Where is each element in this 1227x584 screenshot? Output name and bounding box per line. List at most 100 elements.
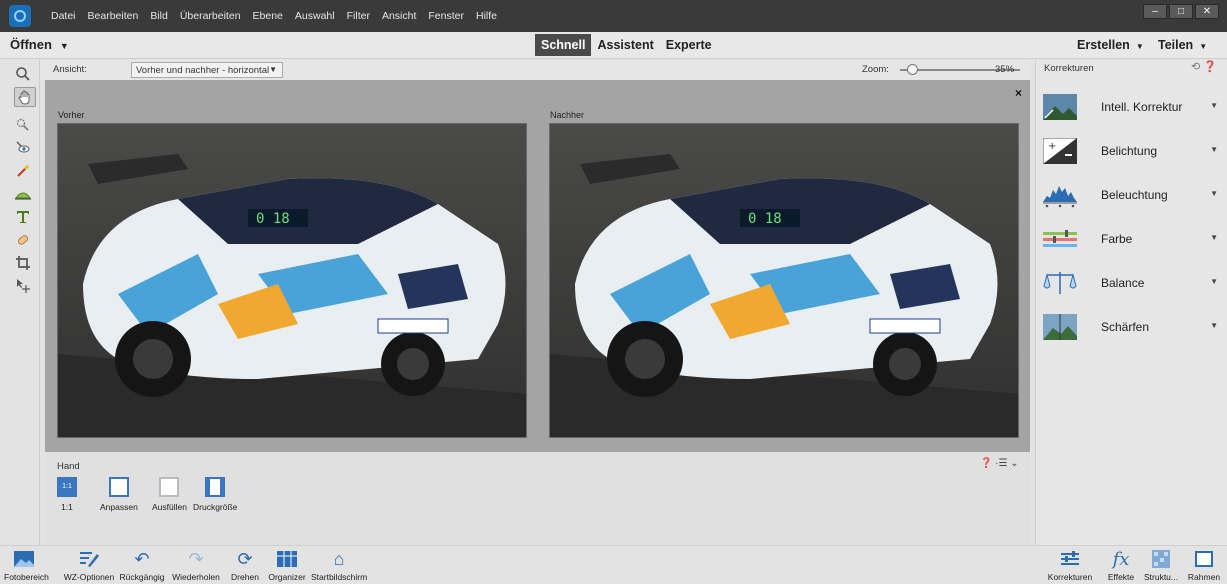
move-tool-icon[interactable] bbox=[12, 276, 34, 296]
textures-icon bbox=[1140, 548, 1182, 570]
hand-tool-icon[interactable] bbox=[14, 87, 36, 107]
adjustments-button[interactable]: Korrekturen bbox=[1046, 548, 1094, 582]
menu-ueberarbeiten[interactable]: Überarbeiten bbox=[174, 10, 247, 22]
fit-screen-button[interactable]: Anpassen bbox=[100, 477, 138, 512]
lighting-icon bbox=[1043, 186, 1077, 208]
tool-options-panel: Hand ❓ ·☰ ⌄ 1:1 1:1 Anpassen Ausfüllen D… bbox=[45, 452, 1030, 545]
tab-experte[interactable]: Experte bbox=[660, 34, 718, 56]
menu-datei[interactable]: Datei bbox=[45, 10, 82, 22]
organizer-button[interactable]: Organizer bbox=[267, 548, 307, 582]
redo-icon: ↷ bbox=[188, 548, 204, 569]
chevron-down-icon: ▼ bbox=[1210, 189, 1218, 198]
panel-reset-help-icons[interactable]: ⟲ ❓ bbox=[1191, 60, 1217, 73]
correction-balance[interactable]: Balance ▼ bbox=[1036, 264, 1227, 304]
redo-button[interactable]: ↷ Wiederholen bbox=[170, 548, 222, 583]
zoom-100-button[interactable]: 1:1 1:1 bbox=[57, 477, 77, 512]
chevron-down-icon: ▼ bbox=[269, 65, 277, 74]
menu-fenster[interactable]: Fenster bbox=[422, 10, 470, 22]
zoom-tool-icon[interactable] bbox=[12, 64, 34, 84]
share-button[interactable]: Teilen ▼ bbox=[1158, 38, 1207, 52]
menu-ebene[interactable]: Ebene bbox=[247, 10, 289, 22]
race-car-image: 0 18 bbox=[550, 124, 1018, 437]
view-mode-select[interactable]: Vorher und nachher - horizontal ▼ bbox=[131, 62, 283, 78]
create-button[interactable]: Erstellen ▼ bbox=[1077, 38, 1144, 52]
correction-label: Intell. Korrektur bbox=[1101, 100, 1183, 114]
menu-hilfe[interactable]: Hilfe bbox=[470, 10, 503, 22]
crop-tool-icon[interactable] bbox=[12, 253, 34, 273]
home-icon: ⌂ bbox=[333, 548, 345, 569]
frames-button[interactable]: Rahmen bbox=[1184, 548, 1224, 582]
mode-bar: Öffnen ▼ Schnell Assistent Experte Erstel… bbox=[0, 32, 1227, 59]
tab-assistent[interactable]: Assistent bbox=[591, 34, 659, 56]
correction-smart-fix[interactable]: Intell. Korrektur ▼ bbox=[1036, 88, 1227, 128]
quick-selection-tool-icon[interactable] bbox=[12, 115, 34, 135]
menu-filter[interactable]: Filter bbox=[341, 10, 376, 22]
spot-healing-tool-icon[interactable] bbox=[12, 230, 34, 250]
textures-button[interactable]: Struktu... bbox=[1140, 548, 1182, 582]
undo-button[interactable]: ↶ Rückgängig bbox=[119, 548, 165, 583]
menu-auswahl[interactable]: Auswahl bbox=[289, 10, 341, 22]
chevron-down-icon: ▼ bbox=[1210, 233, 1218, 242]
car-number-display: 0 18 bbox=[748, 211, 782, 227]
fill-screen-icon bbox=[159, 477, 180, 497]
frames-label: Rahmen bbox=[1187, 572, 1221, 582]
minimize-button[interactable]: – bbox=[1143, 4, 1167, 19]
title-bar: Datei Bearbeiten Bild Überarbeiten Ebene… bbox=[0, 0, 1227, 32]
organizer-icon bbox=[267, 548, 307, 570]
photo-bin-button[interactable]: Fotobereich bbox=[4, 548, 49, 582]
tab-schnell[interactable]: Schnell bbox=[535, 34, 592, 56]
correction-label: Beleuchtung bbox=[1101, 188, 1168, 202]
maximize-button[interactable]: □ bbox=[1169, 4, 1193, 19]
tool-options-icon bbox=[63, 548, 115, 570]
menu-bild[interactable]: Bild bbox=[144, 10, 174, 22]
organizer-label: Organizer bbox=[268, 572, 306, 582]
adjustments-label: Korrekturen bbox=[1047, 572, 1093, 582]
open-button[interactable]: Öffnen ▼ bbox=[10, 37, 69, 52]
chevron-down-icon: ▼ bbox=[1135, 42, 1144, 51]
effects-button[interactable]: fx Effekte bbox=[1104, 548, 1138, 583]
fill-screen-button[interactable]: Ausfüllen bbox=[152, 477, 187, 512]
close-view-button[interactable]: × bbox=[1015, 86, 1022, 100]
home-screen-button[interactable]: ⌂ Startbildschirm bbox=[311, 548, 368, 583]
open-label: Öffnen bbox=[10, 37, 52, 52]
tool-options-label: WZ-Optionen bbox=[63, 572, 115, 582]
straighten-tool-icon[interactable] bbox=[12, 184, 34, 204]
color-icon bbox=[1043, 230, 1077, 247]
share-label: Teilen bbox=[1158, 38, 1194, 52]
correction-sharpen[interactable]: Schärfen ▼ bbox=[1036, 308, 1227, 348]
menu-ansicht[interactable]: Ansicht bbox=[376, 10, 422, 22]
home-screen-label: Startbildschirm bbox=[311, 572, 368, 582]
correction-lighting[interactable]: Beleuchtung ▼ bbox=[1036, 176, 1227, 216]
after-label: Nachher bbox=[550, 110, 585, 120]
fit-screen-label: Anpassen bbox=[100, 502, 138, 512]
undo-label: Rückgängig bbox=[119, 572, 165, 582]
view-mode-value: Vorher und nachher - horizontal bbox=[136, 65, 270, 76]
close-window-button[interactable]: ✕ bbox=[1195, 4, 1219, 19]
effects-icon: fx bbox=[1112, 548, 1130, 570]
sharpen-icon bbox=[1043, 314, 1077, 340]
correction-exposure[interactable]: + Belichtung ▼ bbox=[1036, 132, 1227, 172]
zoom-slider-thumb[interactable] bbox=[907, 64, 918, 75]
balance-icon bbox=[1043, 272, 1077, 294]
textures-label: Struktu... bbox=[1143, 572, 1178, 582]
undo-icon: ↶ bbox=[134, 548, 150, 569]
chevron-down-icon: ▼ bbox=[59, 41, 69, 51]
print-size-button[interactable]: Druckgröße bbox=[193, 477, 237, 512]
menu-bearbeiten[interactable]: Bearbeiten bbox=[82, 10, 145, 22]
correction-color[interactable]: Farbe ▼ bbox=[1036, 220, 1227, 260]
correction-label: Balance bbox=[1101, 276, 1145, 290]
rotate-button[interactable]: ⟳ Drehen bbox=[226, 548, 264, 583]
red-eye-tool-icon[interactable] bbox=[12, 138, 34, 158]
before-photo[interactable]: 0 18 bbox=[57, 123, 527, 438]
race-car-image: 0 18 bbox=[58, 124, 526, 437]
text-tool-icon[interactable] bbox=[12, 207, 34, 227]
create-label: Erstellen bbox=[1077, 38, 1130, 52]
redo-label: Wiederholen bbox=[172, 572, 220, 582]
tool-options-button[interactable]: WZ-Optionen bbox=[63, 548, 115, 582]
tool-options-menu-icon[interactable]: ❓ ·☰ ⌄ bbox=[980, 458, 1019, 469]
whiten-teeth-tool-icon[interactable] bbox=[12, 161, 34, 181]
after-photo[interactable]: 0 18 bbox=[549, 123, 1019, 438]
effects-label: Effekte bbox=[1107, 572, 1135, 582]
smart-fix-icon bbox=[1043, 94, 1077, 120]
chevron-down-icon: ▼ bbox=[1210, 145, 1218, 154]
